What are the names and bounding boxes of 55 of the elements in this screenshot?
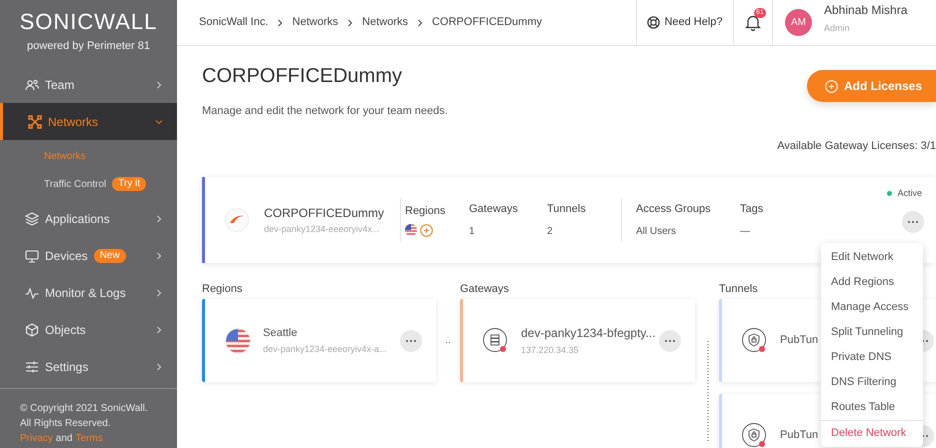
section-title: Regions <box>202 282 242 297</box>
menu-item[interactable]: Routes Table <box>821 395 923 420</box>
page-subtitle: Manage and edit the network for your team needs. <box>202 104 449 119</box>
column-label: Regions <box>405 204 446 219</box>
logo-tagline: powered by Perimeter 81 <box>27 39 150 54</box>
menu-item[interactable]: Manage Access <box>821 295 923 320</box>
column-value: 2 <box>547 225 554 240</box>
region-detail: dev-panky1234-eeeoryiv4x-a... <box>263 343 387 356</box>
menu-item[interactable]: DNS Filtering <box>821 370 923 395</box>
menu-item[interactable]: Delete Network <box>821 420 923 445</box>
new-badge: New <box>94 248 126 262</box>
section-title: Tunnels <box>719 282 758 297</box>
gateway-detail: 137.220.34.35 <box>521 344 579 357</box>
user-avatar: AM <box>785 9 812 36</box>
user-name: Abhinab Mishra <box>824 3 908 18</box>
breadcrumb-link[interactable]: CORPOFFICEDummy <box>432 14 542 31</box>
column-value: 1 <box>469 225 476 240</box>
network-name: CORPOFFICEDummy <box>264 204 385 222</box>
nav-item[interactable]: Settings <box>0 348 177 385</box>
menu-item[interactable]: Add Regions <box>821 270 923 295</box>
column-value: — <box>740 225 751 240</box>
region-name: Seattle <box>263 326 298 340</box>
tunnel-name: PubTun <box>780 333 818 348</box>
nav-item[interactable]: Devices New <box>0 237 177 274</box>
nav-item[interactable]: Objects <box>0 311 177 348</box>
status-label: Active <box>897 187 922 200</box>
add-licenses-button[interactable]: Add Licenses <box>806 70 936 102</box>
user-role: Admin <box>824 22 851 36</box>
brand-logo: SONICWALL <box>20 11 158 34</box>
gateway-name: dev-panky1234-bfegpty... <box>521 324 656 342</box>
menu-item[interactable]: Private DNS <box>821 345 923 370</box>
column-label: Tags <box>740 202 764 217</box>
breadcrumb-link[interactable]: Networks <box>362 14 408 31</box>
menu-item[interactable]: Split Tunneling <box>821 320 923 345</box>
nav-item[interactable]: Networks <box>0 103 177 140</box>
network-host: dev-panky1234-eeeoryiv4x... <box>264 222 381 236</box>
breadcrumb-link[interactable]: SonicWall Inc. <box>199 14 268 31</box>
copyright-text: © Copyright 2021 SonicWall. All Rights Reserved. <box>20 402 149 431</box>
nav-item[interactable]: Monitor & Logs <box>0 274 177 311</box>
and-text: and <box>56 433 72 444</box>
breadcrumb-link[interactable]: Networks <box>292 14 338 31</box>
page-title: CORPOFFICEDummy <box>202 64 403 89</box>
column-label: Access Groups <box>636 202 712 217</box>
nav-item[interactable]: Applications <box>0 200 177 237</box>
licenses-count: Available Gateway Licenses: 3/1 <box>777 138 936 154</box>
column-label: Tunnels <box>547 202 587 217</box>
column-label: Gateways <box>469 202 519 217</box>
section-title: Gateways <box>460 282 509 297</box>
nav-item[interactable]: Team <box>0 66 177 103</box>
help-button[interactable]: Need Help? <box>636 0 733 45</box>
column-value: All Users <box>636 225 678 240</box>
tunnel-name: PubTun <box>780 428 818 444</box>
subnav-item[interactable]: Traffic Control Try it <box>0 170 177 198</box>
menu-item[interactable]: Edit Network <box>821 245 923 270</box>
try-it-badge: Try it <box>112 177 146 191</box>
